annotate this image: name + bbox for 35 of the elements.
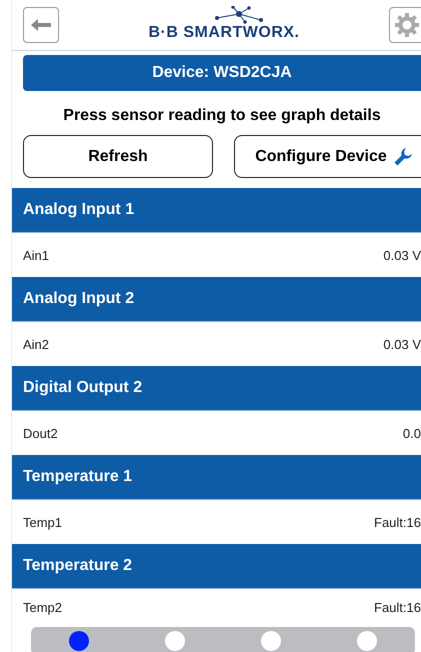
sensor-row[interactable]: Temp2 Fault:16 xyxy=(12,589,421,625)
wrench-icon xyxy=(392,146,413,166)
sensor-name: Temp2 xyxy=(23,600,62,614)
section-header: Temperature 2 xyxy=(12,544,421,589)
sensor-value: Fault:16 xyxy=(374,600,421,614)
sensor-value: 0.03 V xyxy=(383,248,421,262)
instruction-text: Press sensor reading to see graph details xyxy=(62,107,382,125)
sensor-row[interactable]: Ain2 0.03 V xyxy=(12,322,421,366)
back-arrow-icon xyxy=(30,18,52,32)
brand-logo: B·B SMARTWORX. xyxy=(148,24,300,42)
sensor-value: Fault:16 xyxy=(374,514,421,530)
sensor-value: 0.03 V xyxy=(383,336,421,352)
configure-button[interactable]: Configure Device xyxy=(234,135,421,178)
sensor-row[interactable]: Ain1 0.03 V xyxy=(12,233,421,277)
section-header: Digital Output 2 xyxy=(12,366,421,411)
settings-icon xyxy=(394,12,420,38)
network-icon xyxy=(214,6,263,24)
sensor-name: Ain1 xyxy=(23,248,50,262)
page-dot[interactable] xyxy=(261,631,281,651)
section-header: Analog Input 2 xyxy=(12,277,421,322)
device-title-bar: Device: WSD2CJA xyxy=(23,55,421,91)
section-header: Temperature 1 xyxy=(12,455,421,500)
sensor-name: Temp1 xyxy=(23,514,62,530)
sensor-row[interactable]: Dout2 0.0 xyxy=(12,411,421,455)
sensor-name: Ain2 xyxy=(23,336,50,352)
section-header: Analog Input 1 xyxy=(12,188,421,233)
page-dot[interactable] xyxy=(69,631,89,651)
sensor-name: Dout2 xyxy=(23,426,58,440)
settings-button[interactable] xyxy=(388,7,421,43)
refresh-button[interactable]: Refresh xyxy=(23,135,213,178)
page-dot[interactable] xyxy=(165,631,185,651)
sensor-row[interactable]: Temp1 Fault:16 xyxy=(12,500,421,544)
back-button[interactable] xyxy=(23,7,59,43)
page-dot[interactable] xyxy=(357,631,377,651)
sensor-value: 0.0 xyxy=(402,426,421,440)
